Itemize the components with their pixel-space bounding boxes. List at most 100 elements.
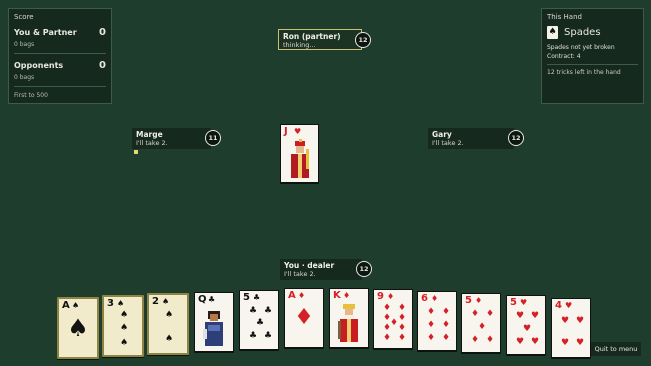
diamond-icon: ♦ (343, 291, 351, 300)
diamond-icon: ♦ (294, 305, 314, 330)
heart-icon: ♥ (520, 298, 528, 307)
hand-card[interactable]: 9 ♦ ♦ ♦ ♦ ♦ ♦ ♦ ♦ ♦ ♦ (373, 289, 413, 349)
diamond-icon: ♦ (471, 309, 480, 319)
diamond-icon: ♦ (387, 292, 395, 301)
diamond-icon: ♦ (471, 335, 480, 345)
hand-card[interactable]: 5 ♦ ♦ ♦ ♦ ♦ ♦ (461, 293, 501, 353)
team-bags: 0 bags (14, 41, 35, 48)
heart-icon: ♥ (561, 316, 570, 326)
hand-card[interactable]: 2 ♠ ♠ ♠ (147, 293, 189, 355)
player-name: Ron (partner) (283, 32, 341, 41)
card-rank: Q (198, 294, 207, 305)
diamond-icon: ♦ (398, 313, 407, 323)
hand-card[interactable]: 3 ♠ ♠ ♠ ♠ (102, 295, 144, 357)
card-rank: 4 (555, 300, 562, 311)
seat-east: Gary I'll take 2. 12 (428, 128, 524, 149)
spade-icon: ♠ (120, 310, 129, 320)
player-name: You · dealer (284, 261, 335, 270)
queen-face-art (203, 311, 223, 346)
club-icon: ♣ (249, 331, 258, 341)
hand-card[interactable]: 4 ♥ ♥ ♥ ♥ ♥ (551, 298, 591, 358)
hand-card[interactable]: 5 ♣ ♣ ♣ ♣ ♣ ♣ (239, 290, 279, 350)
card-count-badge: 12 (508, 130, 524, 146)
diamond-icon: ♦ (478, 322, 487, 332)
seat-partner: Ron (partner) thinking... 12 (278, 29, 371, 50)
heart-icon: ♥ (516, 337, 525, 347)
card-rank: K (333, 290, 341, 301)
diamond-icon: ♦ (427, 320, 436, 330)
club-icon: ♣ (253, 293, 261, 302)
heart-icon: ♥ (576, 338, 585, 348)
diamond-icon: ♦ (475, 296, 483, 305)
hand-card[interactable]: 5 ♥ ♥ ♥ ♥ ♥ ♥ (506, 295, 546, 355)
diamond-icon: ♦ (398, 303, 407, 313)
spade-icon: ♠ (120, 338, 129, 348)
turn-indicator (134, 150, 138, 154)
diamond-icon: ♦ (442, 333, 451, 343)
diamond-icon: ♦ (398, 333, 407, 343)
hand-card[interactable]: K ♦ (329, 288, 369, 348)
player-name: Marge (136, 130, 163, 139)
club-icon: ♣ (264, 331, 273, 341)
diamond-icon: ♦ (431, 294, 439, 303)
seat-you: You · dealer I'll take 2. 12 (280, 259, 372, 280)
heart-icon: ♥ (531, 311, 540, 321)
card-rank: 5 (465, 295, 472, 306)
team-points: 0 (99, 60, 106, 71)
heart-icon: ♥ (516, 311, 525, 321)
heart-icon: ♥ (561, 338, 570, 348)
diamond-icon: ♦ (383, 303, 392, 313)
card-rank: 3 (107, 298, 114, 309)
spade-icon: ♠ (120, 323, 129, 333)
goal-text: First to 500 (14, 92, 48, 99)
club-icon: ♣ (249, 306, 258, 316)
team-row-opponents: Opponents 0 (14, 60, 106, 71)
diamond-icon: ♦ (486, 309, 495, 319)
hand-card[interactable]: A ♦ ♦ (284, 288, 324, 348)
player-status: I'll take 2. (432, 139, 464, 147)
spade-icon: ♠ (162, 297, 170, 306)
hand-card[interactable]: A ♠ ♠ (57, 297, 99, 359)
this-hand-panel: This Hand ♠ Spades Spades not yet broken… (541, 8, 644, 104)
spade-icon: ♠ (72, 301, 80, 310)
spade-icon: ♠ (117, 299, 125, 308)
this-hand-title: This Hand (547, 13, 582, 21)
diamond-icon: ♦ (442, 320, 451, 330)
hand-card[interactable]: 6 ♦ ♦ ♦ ♦ ♦ ♦ ♦ (417, 291, 457, 351)
spade-icon: ♠ (165, 334, 174, 344)
diamond-icon: ♦ (442, 307, 451, 317)
card-count-badge: 11 (205, 130, 221, 146)
diamond-icon: ♦ (486, 335, 495, 345)
card-rank: 9 (377, 291, 384, 302)
team-name: Opponents (14, 61, 64, 70)
club-icon: ♣ (264, 306, 273, 316)
heart-icon: ♥ (576, 316, 585, 326)
contract-text: Contract: 4 (547, 53, 581, 60)
card-rank: A (288, 290, 296, 301)
trick-card-jack-hearts: J ♥ (280, 124, 319, 183)
card-count-badge: 12 (356, 261, 372, 277)
hand-card[interactable]: Q ♣ (194, 292, 234, 352)
card-rank: 6 (421, 293, 428, 304)
card-rank: J (284, 126, 288, 137)
trump-indicator: ♠ Spades (547, 26, 638, 39)
team-bags: 0 bags (14, 74, 35, 81)
spades-status: Spades not yet broken (547, 44, 615, 51)
diamond-icon: ♦ (398, 323, 407, 333)
heart-icon: ♥ (523, 324, 532, 334)
spade-icon: ♠ (547, 26, 558, 39)
card-rank: 5 (243, 292, 250, 303)
score-panel: Score You & Partner 0 0 bags Opponents 0… (8, 8, 112, 104)
heart-icon: ♥ (294, 127, 302, 136)
jack-face-art (291, 139, 309, 178)
heart-icon: ♥ (531, 337, 540, 347)
spade-icon: ♠ (165, 310, 174, 320)
divider (547, 64, 638, 65)
spade-icon: ♠ (67, 314, 89, 342)
team-row-us: You & Partner 0 (14, 27, 106, 38)
diamond-icon: ♦ (298, 291, 306, 300)
team-name: You & Partner (14, 28, 77, 37)
diamond-icon: ♦ (383, 323, 392, 333)
quit-to-menu-button[interactable]: Quit to menu (591, 342, 641, 356)
divider (14, 53, 106, 54)
